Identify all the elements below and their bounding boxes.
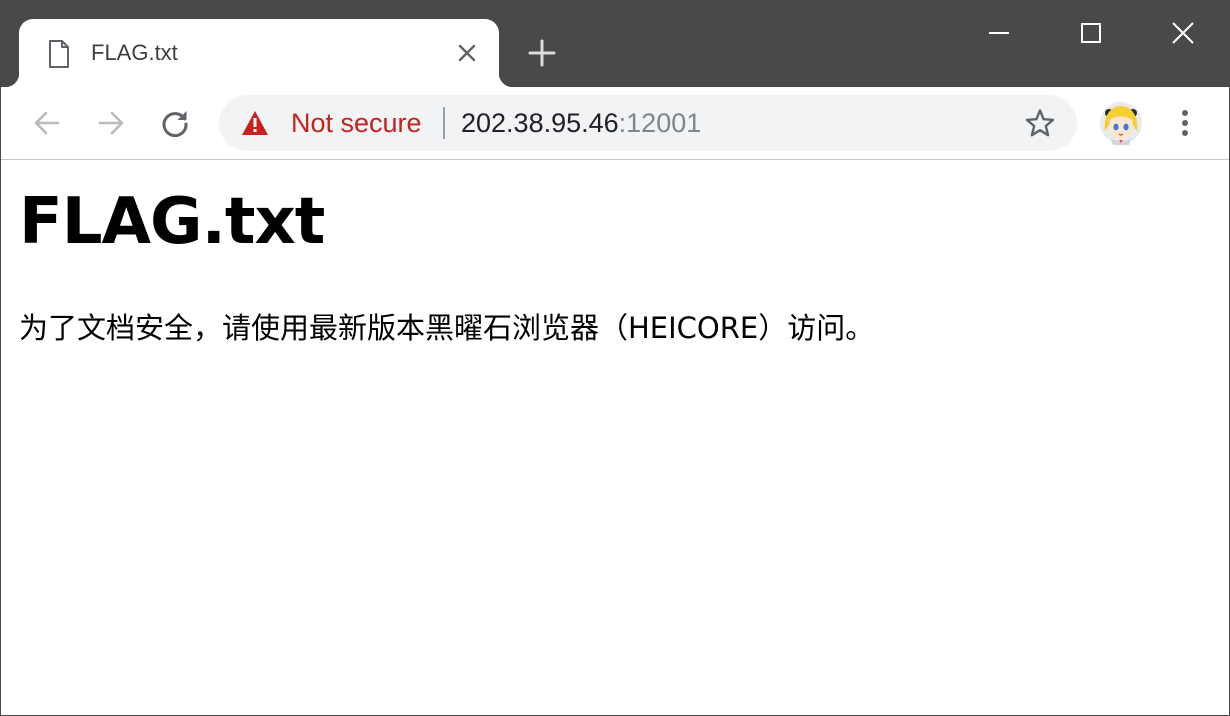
page-title: FLAG.txt [19, 185, 325, 259]
tab-title: FLAG.txt [91, 40, 178, 65]
url-port: :12001 [618, 108, 702, 138]
forward-arrow-icon[interactable] [95, 107, 127, 139]
tab-flag-txt[interactable]: FLAG.txt [5, 19, 513, 87]
maximize-icon[interactable] [1071, 13, 1111, 53]
tab-strip: FLAG.txt [1, 1, 1229, 87]
bookmark-star-icon[interactable] [1025, 108, 1055, 138]
more-menu-icon[interactable] [1169, 105, 1201, 141]
reload-icon[interactable] [159, 107, 191, 139]
window-close-icon[interactable] [1163, 13, 1203, 53]
back-arrow-icon[interactable] [31, 107, 63, 139]
warning-icon[interactable] [241, 110, 269, 136]
security-status-label[interactable]: Not secure [291, 108, 422, 138]
new-tab-icon[interactable] [527, 38, 557, 68]
omnibox-divider [443, 107, 445, 139]
profile-avatar-icon[interactable] [1099, 101, 1143, 145]
browser-toolbar: Not secure 202.38.95.46:12001 [1, 87, 1229, 160]
browser-window: FLAG.txt Not secure 202.38.95.46:12001 F… [0, 0, 1230, 716]
page-content: FLAG.txt 为了文档安全，请使用最新版本黑曜石浏览器（HEICORE）访问… [1, 160, 1229, 715]
minimize-icon[interactable] [979, 13, 1019, 53]
file-icon [49, 40, 69, 68]
page-message: 为了文档安全，请使用最新版本黑曜石浏览器（HEICORE）访问。 [19, 311, 875, 345]
url-host: 202.38.95.46 [461, 108, 619, 138]
address-bar[interactable]: Not secure 202.38.95.46:12001 [219, 95, 1077, 151]
url-text[interactable]: 202.38.95.46:12001 [461, 108, 701, 138]
close-tab-icon[interactable] [455, 41, 479, 65]
